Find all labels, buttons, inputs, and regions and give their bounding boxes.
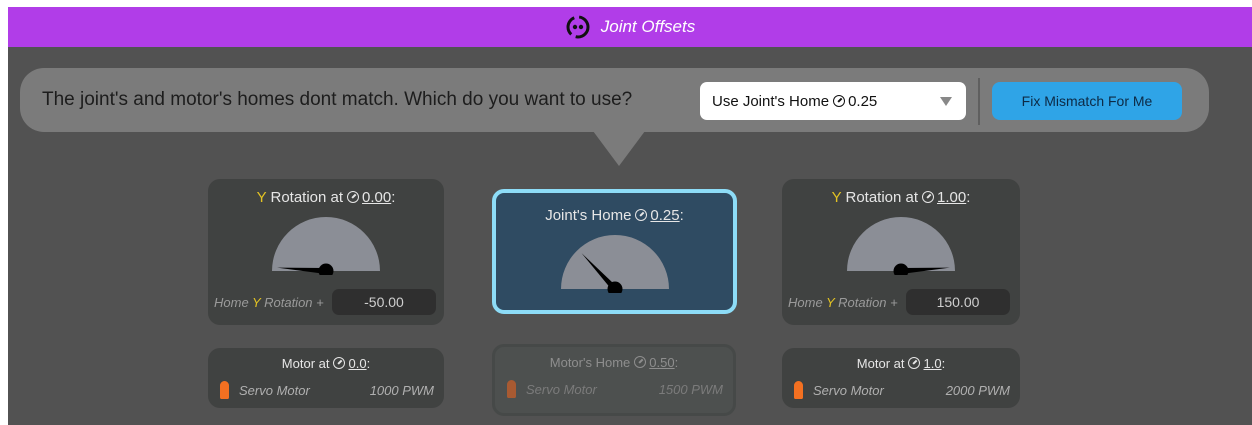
clock-icon [347,191,360,203]
motor-name: Servo Motor [239,382,310,398]
pose-value: 1.00 [937,189,967,206]
clock-icon [922,191,935,203]
axis-label: Y [256,189,267,206]
clock-icon [634,356,647,368]
motor-row: Servo Motor 1500 PWM [507,379,723,399]
fix-mismatch-button[interactable]: Fix Mismatch For Me [992,82,1182,120]
motor-row: Servo Motor 1000 PWM [220,380,434,400]
servo-motor-icon [220,381,229,399]
home-offset-row: Home Y Rotation + -50.00 [214,289,436,315]
motor-card-heading: Motor's Home 0.50: [549,355,679,370]
pose-card-heading: Joint's Home 0.25: [545,207,684,224]
home-offset-row: Home Y Rotation + 150.00 [788,289,1010,315]
motor-card-start[interactable]: Motor at 0.0: Servo Motor 1000 PWM [208,348,444,408]
motor-card-home[interactable]: Motor's Home 0.50: Servo Motor 1500 PWM [492,344,736,416]
servo-motor-icon [794,381,803,399]
pose-card-end[interactable]: Y Rotation at 1.00: Home Y Rotation + 150… [782,179,1020,325]
clock-icon [833,95,846,107]
rotation-gauge [272,217,380,275]
home-offset-label: Home Y Rotation + [788,294,898,310]
mismatch-prompt: The joint's and motor's homes dont match… [20,68,1209,132]
home-offset-input[interactable]: -50.00 [332,289,436,315]
rotation-gauge [561,235,669,293]
pose-card-heading: Y Rotation at 1.00: [831,189,971,206]
select-label: Use Joint's Home [712,92,830,110]
motor-pwm: 2000 PWM [945,382,1010,398]
motor-card-heading: Motor at 1.0: [856,356,946,371]
pose-card-heading: Y Rotation at 0.00: [256,189,396,206]
heading-text: Joint's Home [545,207,632,224]
motor-name: Servo Motor [813,382,884,398]
select-value: 0.25 [848,92,878,110]
motor-pwm: 1500 PWM [658,381,723,397]
pose-card-joint-home[interactable]: Joint's Home 0.25: [492,189,737,314]
clock-icon [333,357,346,369]
chevron-down-icon [940,97,952,106]
axis-label: Y [831,189,842,206]
divider [978,78,980,125]
mismatch-question: The joint's and motor's homes dont match… [42,89,633,110]
page-title: Joint Offsets [600,17,696,36]
title-bar: Joint Offsets [8,7,1252,47]
heading-text: Rotation at [841,189,919,206]
heading-text: Rotation at [266,189,344,206]
servo-motor-icon [507,380,516,398]
joint-icon [566,15,590,39]
motor-name: Servo Motor [526,381,597,397]
pose-card-start[interactable]: Y Rotation at 0.00: Home Y Rotation + -50… [208,179,444,325]
motor-row: Servo Motor 2000 PWM [794,380,1010,400]
motor-card-end[interactable]: Motor at 1.0: Servo Motor 2000 PWM [782,348,1020,408]
pose-value: 0.25 [650,207,680,224]
motor-card-heading: Motor at 0.0: [281,356,371,371]
prompt-pointer [593,131,645,166]
select-text: Use Joint's Home 0.25 [712,93,877,110]
app-window: Joint Offsets The joint's and motor's ho… [8,7,1252,425]
home-offset-input[interactable]: 150.00 [906,289,1010,315]
home-offset-label: Home Y Rotation + [214,294,324,310]
clock-icon [908,357,921,369]
rotation-gauge [847,217,955,275]
pose-value: 0.00 [362,189,392,206]
home-choice-select[interactable]: Use Joint's Home 0.25 [700,82,966,120]
motor-pwm: 1000 PWM [369,382,434,398]
clock-icon [635,209,648,221]
